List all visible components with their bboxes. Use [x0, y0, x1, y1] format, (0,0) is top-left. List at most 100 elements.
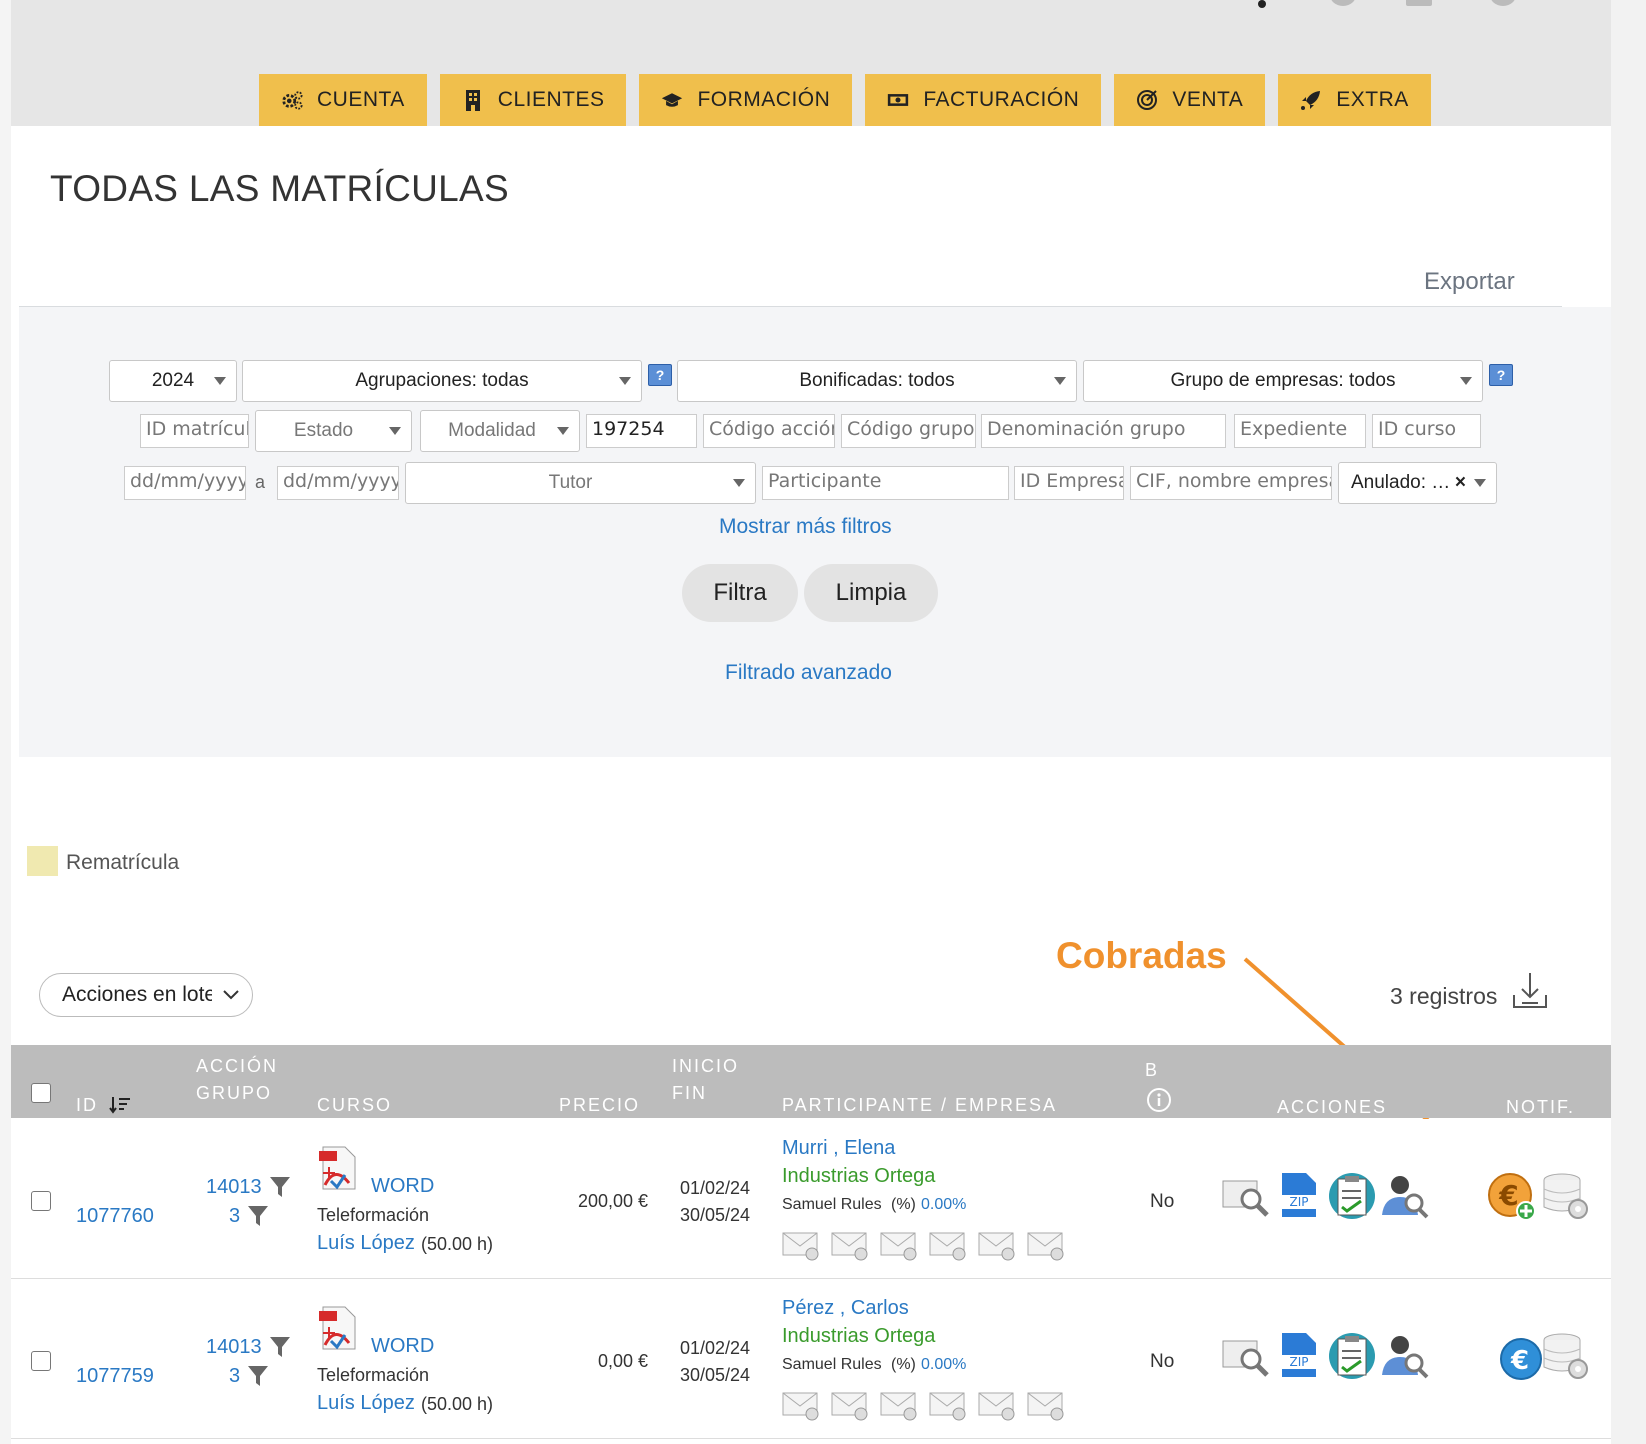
- fecha-hasta-input[interactable]: dd/mm/yyyy: [277, 466, 399, 500]
- filter-icon[interactable]: [269, 1336, 291, 1358]
- id-input[interactable]: 197254: [586, 414, 697, 448]
- record-count: 3 registros: [1390, 983, 1498, 1009]
- tutor-select[interactable]: Tutor: [405, 462, 756, 504]
- mail-gear-icon[interactable]: [1027, 1389, 1067, 1421]
- row-checkbox[interactable]: [31, 1191, 51, 1211]
- user-search-icon[interactable]: [1380, 1171, 1430, 1221]
- clipboard-edit-icon[interactable]: [1327, 1331, 1377, 1381]
- participante-link[interactable]: Murri , Elena: [782, 1137, 895, 1160]
- id-matricula-input[interactable]: ID matrícula: [140, 414, 249, 448]
- denominacion-grupo-input[interactable]: Denominación grupo: [981, 414, 1226, 448]
- comercial-pct[interactable]: 0.00%: [921, 1356, 966, 1374]
- header-id[interactable]: ID: [76, 1092, 98, 1119]
- zip-download-icon[interactable]: ZIP: [1274, 1171, 1324, 1221]
- tab-facturacion[interactable]: FACTURACIÓN: [865, 74, 1102, 126]
- tab-formacion[interactable]: FORMACIÓN: [639, 74, 853, 126]
- filter-icon[interactable]: [269, 1176, 291, 1198]
- view-details-icon[interactable]: [1221, 1331, 1271, 1381]
- row-id-link[interactable]: 1077760: [76, 1205, 154, 1228]
- chevron-down-icon: [557, 427, 569, 435]
- mail-gear-icon[interactable]: [831, 1389, 871, 1421]
- help-icon[interactable]: ?: [1489, 364, 1513, 386]
- euro-add-icon[interactable]: €: [1487, 1171, 1537, 1221]
- pdf-icon[interactable]: [317, 1305, 359, 1351]
- sort-icon[interactable]: [109, 1095, 131, 1115]
- fecha-desde-input[interactable]: dd/mm/yyyy: [124, 466, 246, 500]
- participante-input[interactable]: Participante: [762, 466, 1009, 500]
- tutor-link[interactable]: Luís López: [317, 1232, 415, 1255]
- header-grupo: GRUPO: [196, 1083, 273, 1103]
- euro-icon[interactable]: €: [1499, 1337, 1543, 1381]
- cif-empresa-input[interactable]: CIF, nombre empresa: [1130, 466, 1332, 500]
- database-gear-icon[interactable]: [1540, 1171, 1590, 1221]
- tab-venta[interactable]: VENTA: [1114, 74, 1266, 126]
- target-icon: [1136, 89, 1158, 111]
- expediente-input[interactable]: Expediente: [1234, 414, 1366, 448]
- mail-gear-icon[interactable]: [1027, 1229, 1067, 1261]
- grupo-empresas-select[interactable]: Grupo de empresas: todos: [1083, 360, 1483, 402]
- codigo-accion-input[interactable]: Código acción: [703, 414, 835, 448]
- tab-extra[interactable]: EXTRA: [1278, 74, 1431, 126]
- rocket-icon: [1300, 89, 1322, 111]
- chevron-down-icon: [223, 990, 239, 1000]
- mail-gear-icon[interactable]: [929, 1389, 969, 1421]
- id-curso-input[interactable]: ID curso: [1372, 414, 1481, 448]
- curso-link[interactable]: WORD: [371, 1335, 434, 1358]
- year-select[interactable]: 2024: [109, 360, 237, 402]
- window-icon[interactable]: [1406, 0, 1432, 6]
- advanced-filter-link[interactable]: Filtrado avanzado: [725, 661, 892, 685]
- agrupaciones-select[interactable]: Agrupaciones: todas: [242, 360, 642, 402]
- mail-gear-icon[interactable]: [880, 1229, 920, 1261]
- zip-download-icon[interactable]: ZIP: [1274, 1331, 1324, 1381]
- more-filters-link[interactable]: Mostrar más filtros: [719, 515, 892, 539]
- mail-gear-icon[interactable]: [831, 1229, 871, 1261]
- table-row: 1077759 14013 3 WORD Teleformación Luís …: [11, 1279, 1611, 1439]
- batch-actions-select[interactable]: Acciones en lote: [39, 973, 253, 1017]
- mail-gear-icon[interactable]: [978, 1229, 1018, 1261]
- tab-clientes[interactable]: CLIENTES: [439, 74, 627, 126]
- mail-gear-icon[interactable]: [880, 1389, 920, 1421]
- empresa-name[interactable]: Industrias Ortega: [782, 1165, 935, 1188]
- curso-modalidad: Teleformación: [317, 1365, 430, 1385]
- filter-button[interactable]: Filtra: [682, 564, 798, 622]
- fecha-inicio: 01/02/24: [680, 1178, 751, 1198]
- curso-link[interactable]: WORD: [371, 1175, 434, 1198]
- empresa-name[interactable]: Industrias Ortega: [782, 1325, 935, 1348]
- id-empresa-input[interactable]: ID Empresa: [1014, 466, 1124, 500]
- row-checkbox[interactable]: [31, 1351, 51, 1371]
- filter-icon[interactable]: [247, 1205, 269, 1227]
- mail-gear-icon[interactable]: [929, 1229, 969, 1261]
- modalidad-select[interactable]: Modalidad: [420, 410, 580, 452]
- clear-icon[interactable]: ×: [1455, 472, 1466, 494]
- accion-link[interactable]: 14013: [206, 1176, 262, 1199]
- mail-gear-icon[interactable]: [782, 1229, 822, 1261]
- filter-icon[interactable]: [247, 1365, 269, 1387]
- download-icon[interactable]: [1510, 971, 1550, 1011]
- grupo-link[interactable]: 3: [229, 1205, 240, 1228]
- codigo-grupo-input[interactable]: Código grupo: [841, 414, 976, 448]
- clear-button[interactable]: Limpia: [804, 564, 938, 622]
- tutor-link[interactable]: Luís López: [317, 1392, 415, 1415]
- user-search-icon[interactable]: [1380, 1331, 1430, 1381]
- comercial-pct[interactable]: 0.00%: [921, 1196, 966, 1214]
- estado-select[interactable]: Estado: [255, 410, 412, 452]
- database-gear-icon[interactable]: [1540, 1331, 1590, 1381]
- mail-gear-icon[interactable]: [782, 1389, 822, 1421]
- participante-link[interactable]: Pérez , Carlos: [782, 1297, 909, 1320]
- bonificadas-select[interactable]: Bonificadas: todos: [677, 360, 1077, 402]
- pdf-icon[interactable]: [317, 1145, 359, 1191]
- anulado-select[interactable]: Anulado: … ×: [1338, 462, 1497, 504]
- header-curso: CURSO: [317, 1095, 393, 1115]
- select-all-checkbox[interactable]: [31, 1083, 51, 1103]
- tab-cuenta[interactable]: CUENTA: [259, 74, 427, 126]
- info-icon[interactable]: [1146, 1087, 1172, 1113]
- mail-gear-icon[interactable]: [978, 1389, 1018, 1421]
- grupo-link[interactable]: 3: [229, 1365, 240, 1388]
- tab-label: FACTURACIÓN: [923, 88, 1080, 111]
- clipboard-edit-icon[interactable]: [1327, 1171, 1377, 1221]
- row-id-link[interactable]: 1077759: [76, 1365, 154, 1388]
- export-link[interactable]: Exportar: [1424, 268, 1515, 296]
- help-icon[interactable]: ?: [648, 364, 672, 386]
- accion-link[interactable]: 14013: [206, 1336, 262, 1359]
- view-details-icon[interactable]: [1221, 1171, 1271, 1221]
